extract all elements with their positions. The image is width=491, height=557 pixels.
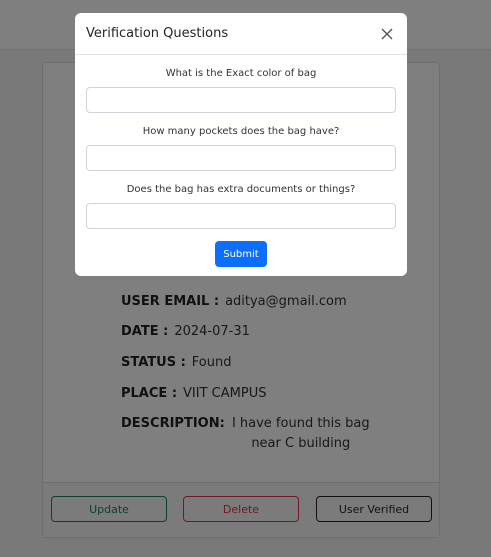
submit-button[interactable]: Submit <box>215 241 267 267</box>
question-label: Does the bag has extra documents or thin… <box>126 184 356 195</box>
question-label: How many pockets does the bag have? <box>142 126 340 137</box>
extra-documents-input[interactable] <box>86 203 396 229</box>
bag-color-input[interactable] <box>86 87 396 113</box>
question-label: What is the Exact color of bag <box>165 68 317 79</box>
modal-header: Verification Questions <box>75 13 407 55</box>
modal-body: What is the Exact color of bag How many … <box>75 55 407 267</box>
submit-wrap: Submit <box>86 241 396 267</box>
close-icon[interactable] <box>378 25 396 43</box>
verification-modal: Verification Questions What is the Exact… <box>75 13 407 276</box>
modal-title: Verification Questions <box>86 26 229 41</box>
pockets-input[interactable] <box>86 145 396 171</box>
